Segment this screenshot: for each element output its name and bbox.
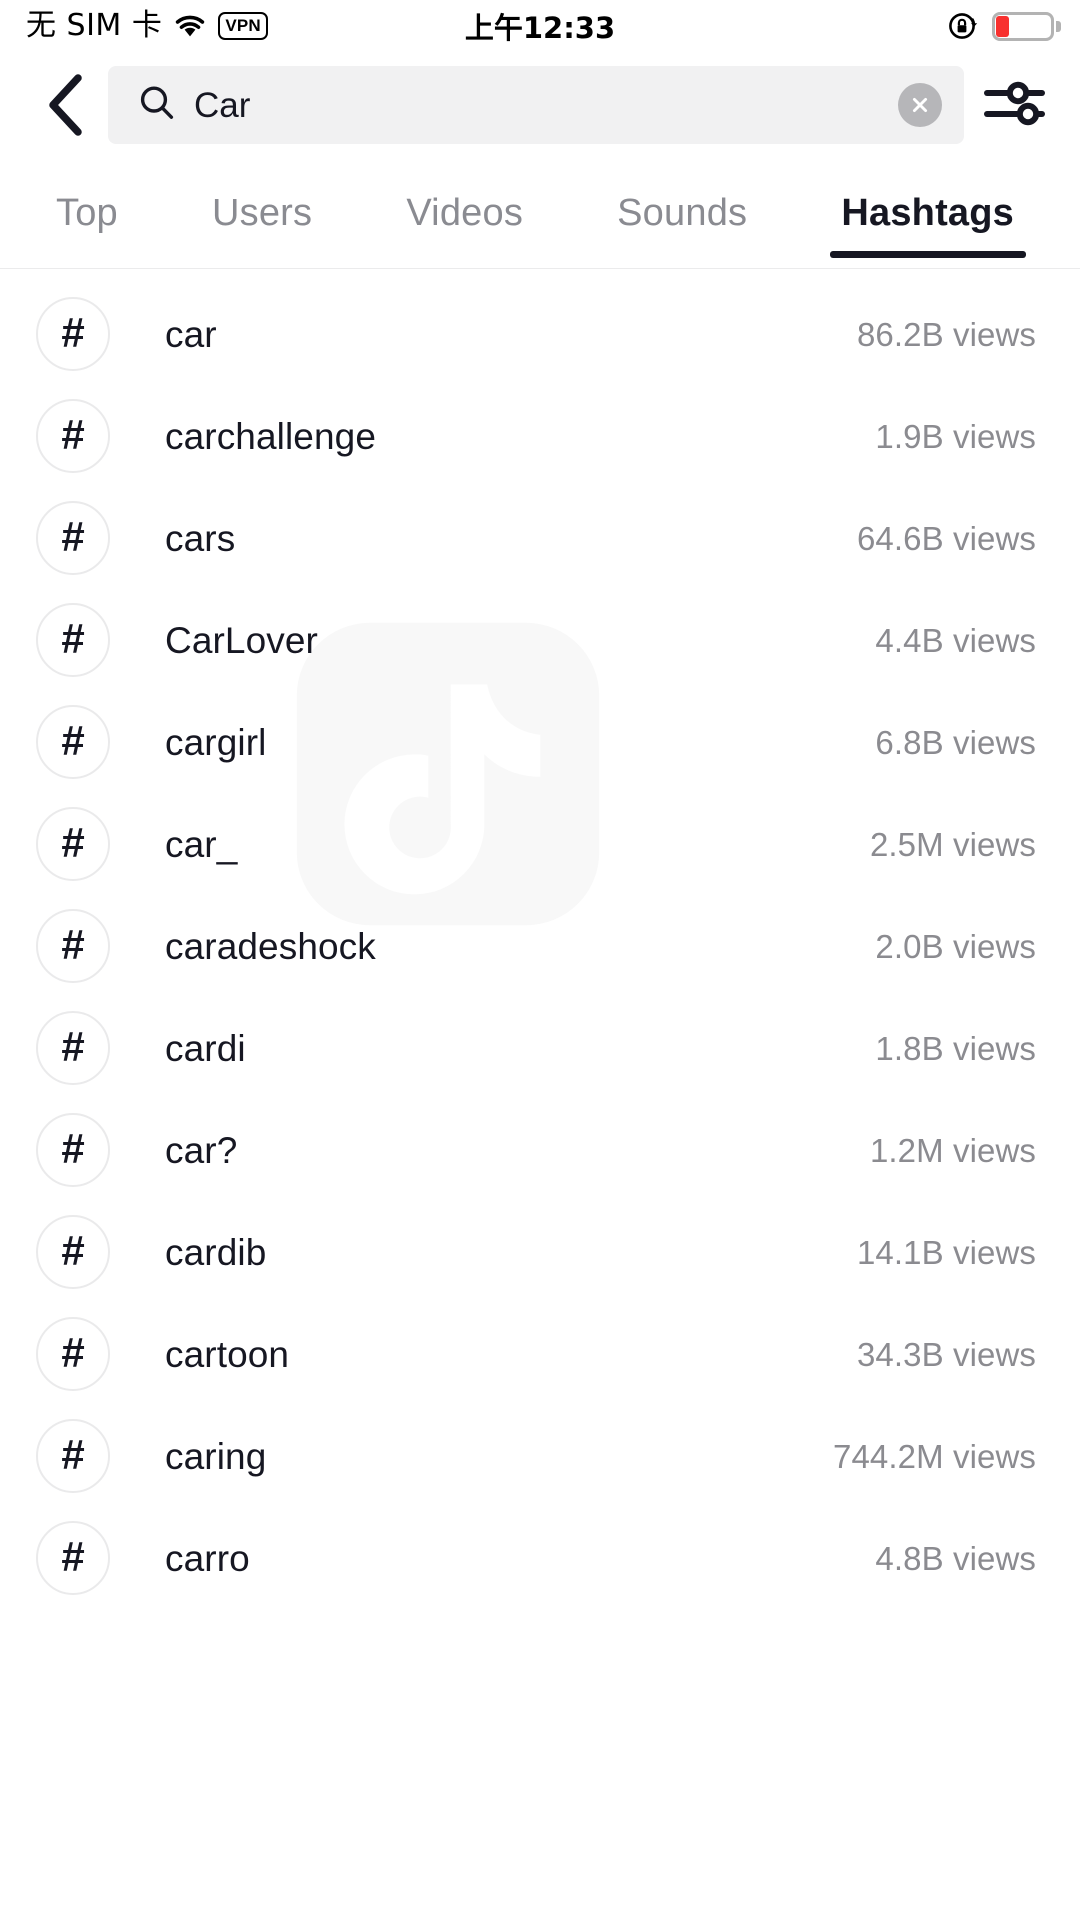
table-row[interactable]: # car_ 2.5M views bbox=[0, 793, 1080, 895]
status-bar: 无 SIM 卡 VPN 上午12:33 bbox=[0, 0, 1080, 52]
search-input[interactable]: Car bbox=[108, 66, 964, 144]
hashtag-icon: # bbox=[36, 399, 110, 473]
battery-low-icon bbox=[992, 11, 1061, 41]
hashtag-icon: # bbox=[36, 1317, 110, 1391]
table-row[interactable]: # caradeshock 2.0B views bbox=[0, 895, 1080, 997]
hashtag-icon: # bbox=[36, 1113, 110, 1187]
hashtag-icon: # bbox=[36, 909, 110, 983]
hashtag-name: cars bbox=[165, 517, 236, 559]
hashtag-views: 86.2B views bbox=[856, 315, 1036, 353]
hashtag-views: 1.2M views bbox=[869, 1131, 1036, 1169]
table-row[interactable]: # cars 64.6B views bbox=[0, 487, 1080, 589]
table-row[interactable]: # carchallenge 1.9B views bbox=[0, 385, 1080, 487]
hashtag-name: carchallenge bbox=[165, 415, 377, 457]
back-button[interactable] bbox=[28, 68, 102, 142]
hashtag-name: carro bbox=[165, 1537, 250, 1579]
hashtag-name: caring bbox=[165, 1435, 267, 1477]
tab-videos[interactable]: Videos bbox=[406, 158, 523, 268]
search-header: Car bbox=[0, 52, 1080, 158]
table-row[interactable]: # cardib 14.1B views bbox=[0, 1201, 1080, 1303]
search-icon bbox=[138, 84, 176, 127]
hashtag-views: 4.4B views bbox=[875, 621, 1036, 659]
hashtag-icon: # bbox=[36, 1215, 110, 1289]
hashtag-results-list: # car 86.2B views # carchallenge 1.9B vi… bbox=[0, 269, 1080, 1609]
hashtag-icon: # bbox=[36, 501, 110, 575]
filter-button[interactable] bbox=[972, 62, 1058, 148]
hashtag-icon: # bbox=[36, 705, 110, 779]
chevron-left-icon bbox=[45, 74, 85, 136]
table-row[interactable]: # CarLover 4.4B views bbox=[0, 589, 1080, 691]
hashtag-name: CarLover bbox=[165, 619, 318, 661]
hashtag-views: 1.8B views bbox=[875, 1029, 1036, 1067]
hashtag-icon: # bbox=[36, 1419, 110, 1493]
hashtag-views: 2.0B views bbox=[875, 927, 1036, 965]
hashtag-name: caradeshock bbox=[165, 925, 376, 967]
filter-sliders-icon bbox=[984, 78, 1046, 133]
tab-top[interactable]: Top bbox=[56, 158, 118, 268]
table-row[interactable]: # cargirl 6.8B views bbox=[0, 691, 1080, 793]
tab-hashtags[interactable]: Hashtags bbox=[841, 158, 1014, 268]
table-row[interactable]: # cartoon 34.3B views bbox=[0, 1303, 1080, 1405]
table-row[interactable]: # car? 1.2M views bbox=[0, 1099, 1080, 1201]
hashtag-name: car_ bbox=[165, 823, 238, 865]
hashtag-name: cardi bbox=[165, 1027, 246, 1069]
hashtag-name: car? bbox=[165, 1129, 238, 1171]
hashtag-name: cartoon bbox=[165, 1333, 290, 1375]
table-row[interactable]: # car 86.2B views bbox=[0, 283, 1080, 385]
hashtag-icon: # bbox=[36, 297, 110, 371]
table-row[interactable]: # cardi 1.8B views bbox=[0, 997, 1080, 1099]
hashtag-views: 6.8B views bbox=[875, 723, 1036, 761]
table-row[interactable]: # carro 4.8B views bbox=[0, 1507, 1080, 1609]
clear-search-button[interactable] bbox=[898, 83, 942, 127]
hashtag-icon: # bbox=[36, 807, 110, 881]
tab-sounds[interactable]: Sounds bbox=[617, 158, 747, 268]
hashtag-views: 2.5M views bbox=[869, 825, 1036, 863]
hashtag-views: 1.9B views bbox=[875, 417, 1036, 455]
hashtag-views: 34.3B views bbox=[856, 1335, 1036, 1373]
search-input-value: Car bbox=[194, 87, 251, 123]
hashtag-views: 744.2M views bbox=[833, 1437, 1036, 1475]
close-circle-icon bbox=[908, 93, 932, 117]
app-screen: 无 SIM 卡 VPN 上午12:33 Car Top Users Videos… bbox=[0, 0, 1080, 1920]
hashtag-views: 64.6B views bbox=[856, 519, 1036, 557]
table-row[interactable]: # caring 744.2M views bbox=[0, 1405, 1080, 1507]
hashtag-views: 4.8B views bbox=[875, 1539, 1036, 1577]
hashtag-views: 14.1B views bbox=[856, 1233, 1036, 1271]
status-bar-clock: 上午12:33 bbox=[464, 11, 616, 45]
tab-users[interactable]: Users bbox=[212, 158, 312, 268]
hashtag-name: car bbox=[165, 313, 217, 355]
hashtag-icon: # bbox=[36, 1011, 110, 1085]
hashtag-name: cargirl bbox=[165, 721, 267, 763]
status-bar-right bbox=[947, 10, 1061, 42]
search-tabs: Top Users Videos Sounds Hashtags bbox=[0, 158, 1080, 268]
hashtag-icon: # bbox=[36, 1521, 110, 1595]
hashtag-name: cardib bbox=[165, 1231, 267, 1273]
hashtag-icon: # bbox=[36, 603, 110, 677]
rotation-lock-icon bbox=[947, 10, 979, 42]
